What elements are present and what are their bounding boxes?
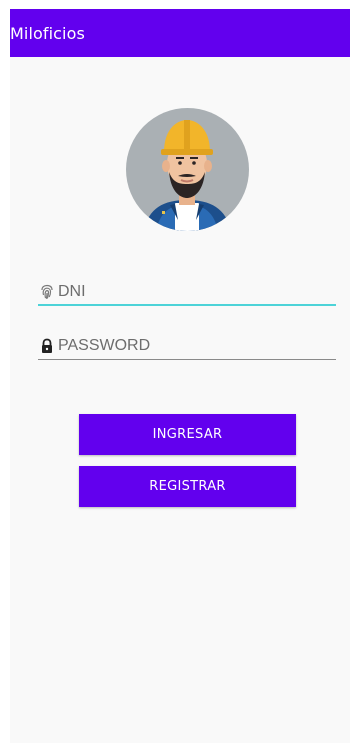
- dni-field-row: [38, 281, 326, 303]
- login-content: INGRESAR REGISTRAR: [10, 57, 350, 743]
- login-screen: Miloficios DNI INGRESAR REGISTRAR: [0, 0, 354, 751]
- worker-avatar-icon: [126, 108, 249, 231]
- dni-input[interactable]: [56, 281, 326, 303]
- registrar-button[interactable]: REGISTRAR: [79, 466, 296, 507]
- password-field: [38, 323, 336, 363]
- ingresar-button[interactable]: INGRESAR: [79, 414, 296, 455]
- app-title: Miloficios: [10, 23, 85, 43]
- dni-field: [38, 269, 336, 309]
- app-bar: Miloficios: [10, 9, 350, 57]
- password-input[interactable]: [56, 335, 326, 357]
- password-underline: [38, 359, 336, 360]
- fingerprint-icon: [38, 283, 56, 301]
- lock-icon: [38, 337, 56, 355]
- password-field-row: [38, 335, 326, 357]
- dni-underline: [38, 304, 336, 306]
